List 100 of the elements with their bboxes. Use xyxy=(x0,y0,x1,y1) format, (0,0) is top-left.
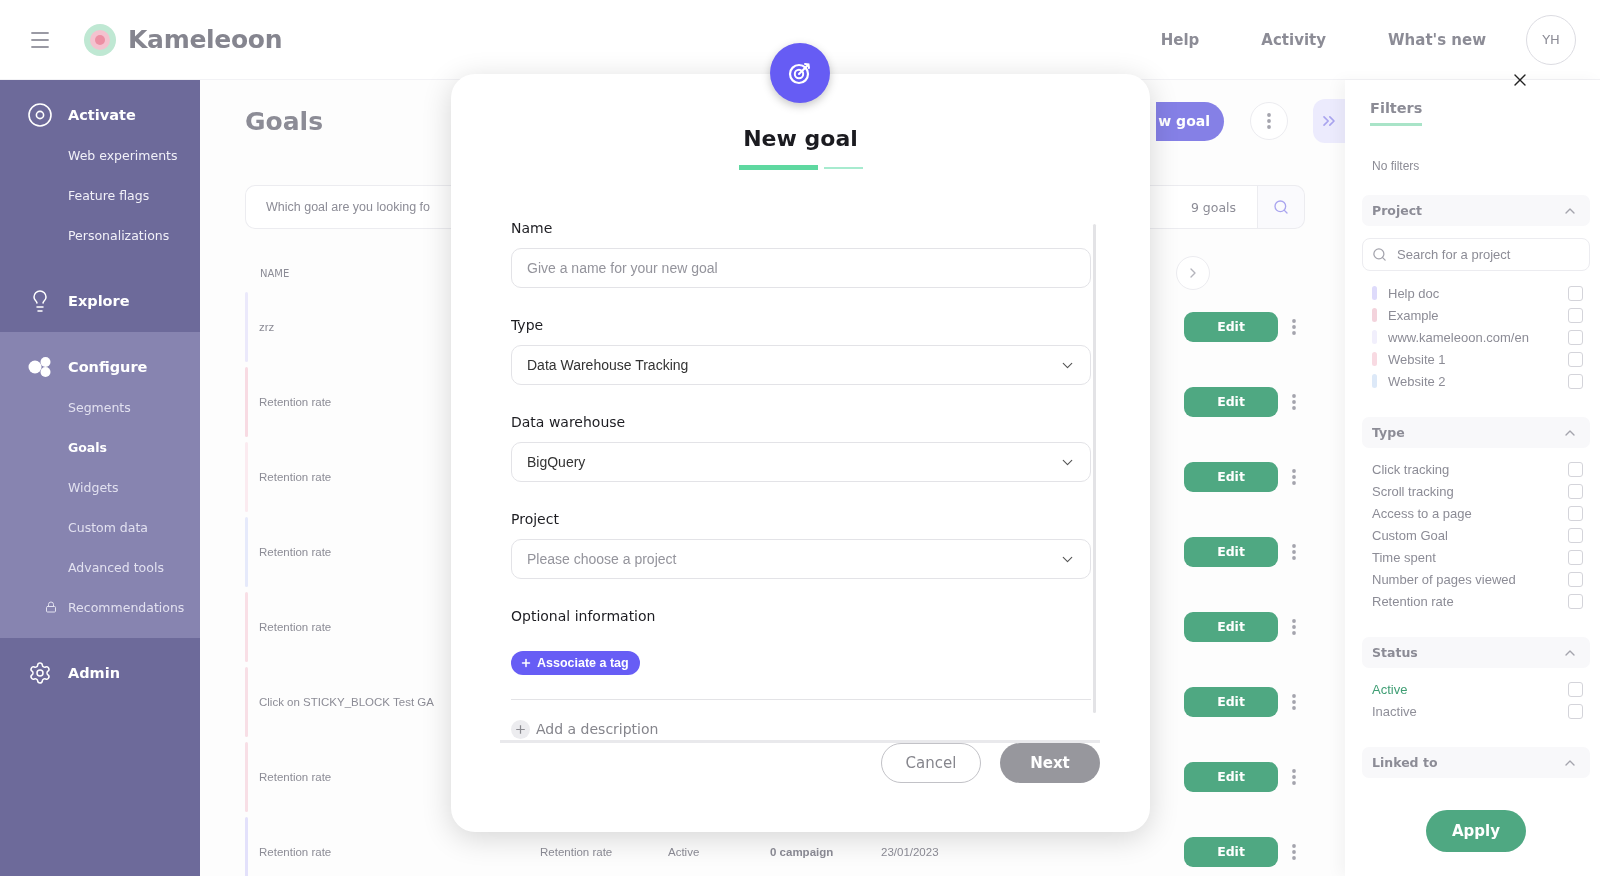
edit-button[interactable]: Edit xyxy=(1184,836,1278,867)
table-cell: Retention rate xyxy=(259,620,332,633)
table-cell: Click on STICKY_BLOCK Test GA xyxy=(259,695,434,708)
filter-option: Scroll tracking xyxy=(1372,483,1454,499)
accordion-header[interactable]: Project xyxy=(1362,195,1590,226)
nav-link[interactable]: Help xyxy=(1160,30,1200,49)
checkbox[interactable] xyxy=(1568,307,1583,323)
nav-link[interactable]: Goals xyxy=(68,427,107,467)
logo-icon xyxy=(84,23,116,56)
plus-icon xyxy=(520,656,532,669)
field-label: Data warehouse xyxy=(511,413,626,432)
filter-option: Website 1 xyxy=(1388,351,1446,367)
edit-button[interactable]: Edit xyxy=(1184,311,1278,342)
cancel-button[interactable]: Cancel xyxy=(881,743,981,783)
more-button[interactable] xyxy=(1250,102,1288,140)
search-icon xyxy=(1273,199,1289,215)
checkbox[interactable] xyxy=(1568,483,1583,499)
sidebar-heading-link[interactable]: Admin xyxy=(0,653,120,693)
field-label: Project xyxy=(511,510,559,529)
nav-link[interactable]: What's new xyxy=(1388,30,1486,49)
accordion-header[interactable]: Type xyxy=(1362,417,1590,448)
goal-count: 9 goals xyxy=(1170,185,1258,229)
more-icon[interactable] xyxy=(1292,768,1296,785)
table-cell: 23/01/2023 xyxy=(881,845,939,858)
associate-tag-button[interactable]: Associate a tag xyxy=(511,651,640,675)
dropdown-field[interactable]: Please choose a project xyxy=(511,539,1091,579)
table-cell: 0 campaign xyxy=(770,845,834,858)
filter-option: Time spent xyxy=(1372,549,1436,565)
logo-text: Kameleoon xyxy=(128,25,283,54)
field-label: Type xyxy=(511,316,544,335)
filter-option: Inactive xyxy=(1372,703,1417,719)
expand-button[interactable] xyxy=(1176,256,1210,290)
sidebar-heading-link[interactable]: Configure xyxy=(0,347,148,387)
filter-option: Help doc xyxy=(1388,285,1440,301)
table-cell: Active xyxy=(668,845,700,858)
checkbox[interactable] xyxy=(1568,351,1583,367)
more-icon[interactable] xyxy=(1292,543,1296,560)
checkbox[interactable] xyxy=(1568,593,1583,609)
filter-option: www.kameleoon.com/en xyxy=(1388,329,1529,345)
nav-link[interactable]: Widgets xyxy=(68,467,119,507)
nav-link[interactable]: Segments xyxy=(68,387,131,427)
filter-option: Website 2 xyxy=(1388,373,1446,389)
tab[interactable]: Filters xyxy=(1370,98,1423,126)
more-icon[interactable] xyxy=(1292,843,1296,860)
filter-option: Retention rate xyxy=(1372,593,1454,609)
edit-button[interactable]: Edit xyxy=(1184,386,1278,417)
search-icon xyxy=(1372,247,1387,262)
filter-option: Custom Goal xyxy=(1372,527,1448,543)
filter-option: Click tracking xyxy=(1372,461,1450,477)
nav-link[interactable]: Personalizations xyxy=(68,215,170,255)
add-description-link[interactable]: Add a description xyxy=(511,718,659,740)
checkbox[interactable] xyxy=(1568,549,1583,565)
edit-button[interactable]: Edit xyxy=(1184,461,1278,492)
apply-button[interactable]: Apply xyxy=(1426,810,1526,852)
blobs-icon xyxy=(28,356,52,378)
more-icon[interactable] xyxy=(1292,393,1296,410)
checkbox[interactable] xyxy=(1568,373,1583,389)
accordion-header[interactable]: Status xyxy=(1362,637,1590,668)
dropdown-field[interactable]: Data Warehouse Tracking xyxy=(511,345,1091,385)
section-label: Optional information xyxy=(511,607,656,626)
new-goal-button[interactable]: w goal xyxy=(1156,101,1224,141)
filter-option: Number of pages viewed xyxy=(1372,571,1516,587)
nav-link[interactable]: Feature flags xyxy=(68,175,150,215)
nav-link[interactable]: Web experiments xyxy=(68,135,178,175)
more-icon[interactable] xyxy=(1292,618,1296,635)
dropdown-field[interactable]: BigQuery xyxy=(511,442,1091,482)
more-icon[interactable] xyxy=(1292,318,1296,335)
search-button[interactable] xyxy=(1258,185,1305,229)
ring-icon xyxy=(28,103,52,127)
checkbox[interactable] xyxy=(1568,681,1583,697)
edit-button[interactable]: Edit xyxy=(1184,686,1278,717)
nav-link[interactable]: Activity xyxy=(1261,30,1327,49)
edit-button[interactable]: Edit xyxy=(1184,611,1278,642)
text-field[interactable]: Give a name for your new goal xyxy=(511,248,1091,288)
filter-option: Active xyxy=(1372,681,1408,697)
nav-link[interactable]: Custom data xyxy=(68,507,149,547)
edit-button[interactable]: Edit xyxy=(1184,761,1278,792)
filter-option: Example xyxy=(1388,307,1439,323)
more-icon xyxy=(1267,113,1271,129)
checkbox[interactable] xyxy=(1568,329,1583,345)
table-cell: Retention rate xyxy=(540,845,613,858)
checkbox[interactable] xyxy=(1568,703,1583,719)
checkbox[interactable] xyxy=(1568,285,1583,301)
sidebar-heading-link[interactable]: Explore xyxy=(0,281,130,321)
checkbox[interactable] xyxy=(1568,571,1583,587)
nav-link[interactable]: Advanced tools xyxy=(68,547,164,587)
collapse-button[interactable] xyxy=(1313,99,1345,143)
checkbox[interactable] xyxy=(1568,527,1583,543)
sidebar-heading-link[interactable]: Activate xyxy=(0,95,136,135)
column-header: NAME xyxy=(260,267,290,279)
edit-button[interactable]: Edit xyxy=(1184,536,1278,567)
checkbox[interactable] xyxy=(1568,461,1583,477)
page-title: Goals xyxy=(245,106,323,136)
filter-option: Access to a page xyxy=(1372,505,1472,521)
more-icon[interactable] xyxy=(1292,693,1296,710)
more-icon[interactable] xyxy=(1292,468,1296,485)
checkbox[interactable] xyxy=(1568,505,1583,521)
empty-filters-text: No filters xyxy=(1372,159,1420,173)
search-field[interactable]: Search for a project xyxy=(1362,238,1590,271)
nav-link[interactable]: Recommendations xyxy=(45,587,185,627)
